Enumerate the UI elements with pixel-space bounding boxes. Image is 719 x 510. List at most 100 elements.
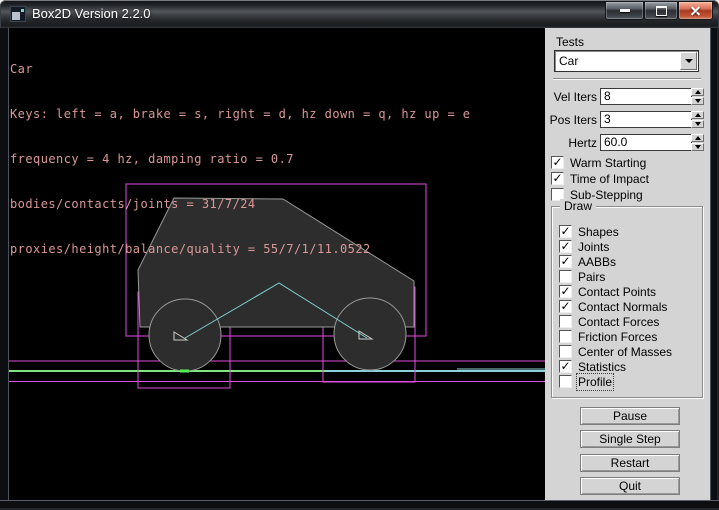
tests-dropdown-value: Car: [559, 54, 578, 68]
checkbox-box: ✓: [551, 156, 564, 169]
arrow-down-icon: [695, 145, 701, 149]
arrow-up-icon: [695, 113, 701, 117]
checkbox-contact-points[interactable]: ✓ Contact Points: [559, 284, 656, 299]
pos-iters-spinner: [691, 111, 704, 128]
pause-button[interactable]: Pause: [580, 407, 680, 425]
app-window: Box2D Version 2.2.0: [0, 0, 719, 510]
debug-canvas[interactable]: Car Keys: left = a, brake = s, right = d…: [8, 28, 545, 501]
checkbox-pairs[interactable]: Pairs: [559, 269, 605, 284]
app-icon: [10, 6, 26, 22]
checkbox-box: ✓: [551, 172, 564, 185]
checkbox-box: [559, 330, 572, 343]
checkbox-profile[interactable]: Profile: [559, 374, 612, 389]
caption-buttons: [605, 0, 713, 20]
status-line: frequency = 4 hz, damping ratio = 0.7: [10, 152, 470, 167]
spinner-down-button[interactable]: [691, 120, 704, 128]
minimize-button[interactable]: [605, 2, 644, 20]
single-step-button[interactable]: Single Step: [580, 430, 680, 448]
tests-dropdown[interactable]: Car: [554, 50, 699, 72]
checkbox-center-of-masses[interactable]: Center of Masses: [559, 344, 672, 359]
close-icon: [690, 5, 701, 16]
vel-iters-spinner: [691, 88, 704, 105]
checkbox-label: Time of Impact: [570, 172, 649, 186]
contact-point-left: [180, 370, 189, 373]
checkbox-label: Contact Points: [578, 285, 656, 299]
pos-iters-field[interactable]: 3: [600, 111, 692, 128]
checkbox-friction-forces[interactable]: Friction Forces: [559, 329, 657, 344]
checkbox-label: Statistics: [578, 360, 626, 374]
checkbox-label: Contact Normals: [578, 300, 667, 314]
checkbox-box: ✓: [559, 285, 572, 298]
checkbox-box: ✓: [559, 240, 572, 253]
checkbox-label: Contact Forces: [578, 315, 659, 329]
window-border-bottom: [0, 500, 719, 510]
hertz-spinner: [691, 134, 704, 151]
status-line: proxies/height/balance/quality = 55/7/1/…: [10, 242, 470, 257]
checkbox-box: [559, 345, 572, 358]
side-panel: Tests Car Vel Iters 8 Pos Iters 3: [545, 28, 711, 501]
separator: [553, 78, 701, 80]
chevron-down-icon: [685, 59, 693, 63]
checkbox-aabbs[interactable]: ✓ AABBs: [559, 254, 616, 269]
checkbox-label: Shapes: [578, 225, 619, 239]
quit-button[interactable]: Quit: [580, 477, 680, 495]
hertz-field[interactable]: 60.0: [600, 134, 692, 151]
vel-iters-row: Vel Iters 8: [545, 88, 711, 105]
checkbox-statistics[interactable]: ✓ Statistics: [559, 359, 626, 374]
pos-iters-row: Pos Iters 3: [545, 111, 711, 128]
spinner-up-button[interactable]: [691, 111, 704, 119]
car-wheel-right: [334, 298, 406, 370]
checkbox-box: [559, 375, 572, 388]
car-wheel-left: [149, 299, 221, 371]
spinner-down-button[interactable]: [691, 97, 704, 105]
checkbox-label: Profile: [578, 375, 612, 389]
arrow-up-icon: [695, 136, 701, 140]
maximize-icon: [656, 6, 667, 16]
spinner-up-button[interactable]: [691, 134, 704, 142]
checkbox-shapes[interactable]: ✓ Shapes: [559, 224, 619, 239]
titlebar[interactable]: Box2D Version 2.2.0: [0, 0, 719, 28]
tests-dropdown-button[interactable]: [680, 52, 697, 70]
checkbox-box: ✓: [559, 300, 572, 313]
arrow-down-icon: [695, 122, 701, 126]
checkbox-box: ✓: [559, 255, 572, 268]
app-icon-block: [12, 12, 20, 20]
checkbox-label: Pairs: [578, 270, 605, 284]
checkbox-warm-starting[interactable]: ✓ Warm Starting: [551, 155, 646, 170]
checkbox-label: Friction Forces: [578, 330, 657, 344]
checkbox-contact-normals[interactable]: ✓ Contact Normals: [559, 299, 667, 314]
checkbox-label: AABBs: [578, 255, 616, 269]
checkbox-contact-forces[interactable]: Contact Forces: [559, 314, 659, 329]
window-border-left: [0, 28, 9, 501]
spinner-up-button[interactable]: [691, 88, 704, 96]
checkbox-box: [559, 315, 572, 328]
window-title: Box2D Version 2.2.0: [32, 6, 151, 21]
minimize-icon: [620, 9, 630, 12]
checkbox-joints[interactable]: ✓ Joints: [559, 239, 609, 254]
status-line: bodies/contacts/joints = 31/7/24: [10, 197, 470, 212]
arrow-up-icon: [695, 90, 701, 94]
checkbox-box: [559, 270, 572, 283]
checkbox-time-of-impact[interactable]: ✓ Time of Impact: [551, 171, 649, 186]
checkbox-label: Joints: [578, 240, 609, 254]
status-line: Keys: left = a, brake = s, right = d, hz…: [10, 107, 470, 122]
hertz-label: Hertz: [568, 136, 597, 150]
close-button[interactable]: [678, 2, 713, 20]
vel-iters-field[interactable]: 8: [600, 88, 692, 105]
arrow-down-icon: [695, 99, 701, 103]
pos-iters-label: Pos Iters: [550, 113, 597, 127]
checkbox-box: ✓: [559, 225, 572, 238]
restart-button[interactable]: Restart: [580, 454, 680, 472]
checkbox-box: ✓: [559, 360, 572, 373]
draw-group-title: Draw: [560, 199, 596, 213]
checkbox-label: Center of Masses: [578, 345, 672, 359]
spinner-down-button[interactable]: [691, 143, 704, 151]
tests-label: Tests: [556, 35, 584, 49]
status-text: Car Keys: left = a, brake = s, right = d…: [10, 32, 470, 287]
maximize-button[interactable]: [644, 2, 678, 20]
checkbox-label: Warm Starting: [570, 156, 646, 170]
hertz-row: Hertz 60.0: [545, 134, 711, 151]
vel-iters-label: Vel Iters: [554, 90, 597, 104]
window-border-right: [710, 28, 719, 501]
app-icon-dot: [21, 9, 24, 12]
